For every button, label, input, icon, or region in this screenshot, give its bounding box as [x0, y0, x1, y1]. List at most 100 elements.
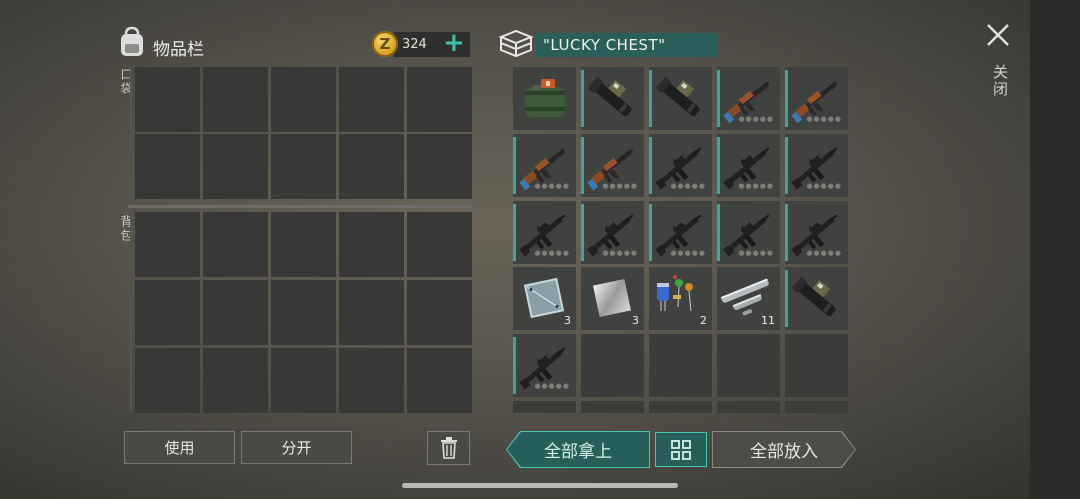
chest-slot-empty[interactable] — [649, 401, 712, 413]
inventory-title: 物品栏 — [153, 40, 204, 60]
coin-count: 324 — [402, 37, 427, 52]
durability-bar — [785, 270, 788, 327]
pocket-slot[interactable] — [135, 134, 200, 199]
use-button[interactable]: 使用 — [124, 431, 235, 464]
backpack-slot[interactable] — [339, 212, 404, 277]
mod-slots-icon: ●●●●● — [806, 115, 842, 123]
home-indicator — [402, 483, 678, 488]
backpack-slot[interactable] — [271, 348, 336, 413]
put-all-button[interactable]: 全部放入 — [713, 432, 855, 467]
pocket-slot[interactable] — [339, 134, 404, 199]
durability-bar — [717, 70, 720, 127]
chest-item-steel-pipes[interactable]: 11 — [717, 267, 780, 330]
chest-item-electronic-parts[interactable]: 2 — [649, 267, 712, 330]
sort-button[interactable] — [655, 432, 707, 467]
chest-item-ak-rifle[interactable]: ●●●●● — [581, 134, 644, 197]
mod-slots-icon: ●●●●● — [602, 249, 638, 257]
pocket-slot[interactable] — [203, 134, 268, 199]
pocket-slot[interactable] — [271, 67, 336, 132]
pocket-slot[interactable] — [407, 67, 472, 132]
chest-name: "LUCKY CHEST" — [536, 33, 718, 57]
pocket-slot[interactable] — [339, 67, 404, 132]
mod-slots-icon: ●●●●● — [534, 182, 570, 190]
chest-icon — [498, 29, 534, 58]
durability-bar — [649, 204, 652, 261]
take-all-button[interactable]: 全部拿上 — [507, 432, 649, 467]
backpack-slot[interactable] — [339, 280, 404, 345]
close-label[interactable]: 关闭 — [990, 64, 1011, 98]
durability-bar — [649, 137, 652, 194]
split-button[interactable]: 分开 — [241, 431, 352, 464]
chest-item-grenade-launcher[interactable] — [785, 267, 848, 330]
backpack-slot[interactable] — [135, 280, 200, 345]
chest-item-m16-rifle[interactable]: ●●●●● — [649, 201, 712, 264]
chest-slot-empty[interactable] — [785, 401, 848, 413]
backpack-slot[interactable] — [135, 212, 200, 277]
trash-button[interactable] — [427, 431, 470, 465]
chest-item-m16-rifle[interactable]: ●●●●● — [649, 134, 712, 197]
durability-bar — [717, 137, 720, 194]
chest-item-m16-rifle[interactable]: ●●●●● — [785, 201, 848, 264]
pocket-slot[interactable] — [203, 67, 268, 132]
durability-bar — [581, 204, 584, 261]
mod-slots-icon: ●●●●● — [670, 182, 706, 190]
backpack-slot[interactable] — [339, 348, 404, 413]
pocket-slot[interactable] — [407, 134, 472, 199]
backpack-label: 背包 — [119, 215, 133, 243]
durability-bar — [513, 137, 516, 194]
chest-item-ak-rifle[interactable]: ●●●●● — [717, 67, 780, 130]
chest-item-m16-rifle[interactable]: ●●●●● — [581, 201, 644, 264]
chest-slot-empty[interactable] — [513, 401, 576, 413]
chest-slot-empty[interactable] — [717, 334, 780, 397]
durability-bar — [513, 337, 516, 394]
pocket-slot[interactable] — [135, 67, 200, 132]
chest-item-grenade-launcher[interactable] — [649, 67, 712, 130]
pocket-line — [130, 70, 132, 198]
chest-item-metal-sheet[interactable]: 3 — [581, 267, 644, 330]
close-icon[interactable] — [985, 22, 1011, 48]
durability-bar — [581, 70, 584, 127]
backpack-slot[interactable] — [203, 280, 268, 345]
chest-item-grenade-launcher[interactable] — [581, 67, 644, 130]
chest-item-glass-pane[interactable]: 3 — [513, 267, 576, 330]
durability-bar — [785, 137, 788, 194]
chest-item-m16-rifle[interactable]: ●●●●● — [717, 201, 780, 264]
grid-icon — [671, 439, 691, 460]
section-divider — [128, 205, 471, 208]
mod-slots-icon: ●●●●● — [806, 249, 842, 257]
durability-bar — [649, 70, 652, 127]
mod-slots-icon: ●●●●● — [738, 182, 774, 190]
backpack-slot[interactable] — [135, 348, 200, 413]
mod-slots-icon: ●●●●● — [534, 382, 570, 390]
chest-item-m16-rifle[interactable]: ●●●●● — [513, 201, 576, 264]
chest-slot-empty[interactable] — [717, 401, 780, 413]
chest-item-ak-rifle[interactable]: ●●●●● — [513, 134, 576, 197]
chest-slot-empty[interactable] — [785, 334, 848, 397]
chest-item-m16-rifle[interactable]: ●●●●● — [513, 334, 576, 397]
backpack-slot[interactable] — [271, 280, 336, 345]
item-quantity: 2 — [700, 314, 707, 327]
chest-item-m16-rifle[interactable]: ●●●●● — [785, 134, 848, 197]
chest-slot-empty[interactable] — [581, 401, 644, 413]
backpack-icon — [121, 26, 143, 56]
coin-icon: Z — [372, 31, 398, 57]
chest-item-ak-rifle[interactable]: ●●●●● — [785, 67, 848, 130]
chest-item-medkit[interactable] — [513, 67, 576, 130]
mod-slots-icon: ●●●●● — [534, 249, 570, 257]
durability-bar — [785, 204, 788, 261]
chest-item-m16-rifle[interactable]: ●●●●● — [717, 134, 780, 197]
backpack-slot[interactable] — [407, 280, 472, 345]
backpack-slot[interactable] — [203, 212, 268, 277]
backpack-slot[interactable] — [407, 348, 472, 413]
mod-slots-icon: ●●●●● — [670, 249, 706, 257]
add-coins-button[interactable]: + — [443, 30, 465, 56]
backpack-slot[interactable] — [407, 212, 472, 277]
backpack-line — [130, 212, 132, 412]
backpack-slot[interactable] — [271, 212, 336, 277]
chest-slot-empty[interactable] — [649, 334, 712, 397]
pocket-slot[interactable] — [271, 134, 336, 199]
chest-slot-empty[interactable] — [581, 334, 644, 397]
mod-slots-icon: ●●●●● — [806, 182, 842, 190]
durability-bar — [513, 204, 516, 261]
backpack-slot[interactable] — [203, 348, 268, 413]
